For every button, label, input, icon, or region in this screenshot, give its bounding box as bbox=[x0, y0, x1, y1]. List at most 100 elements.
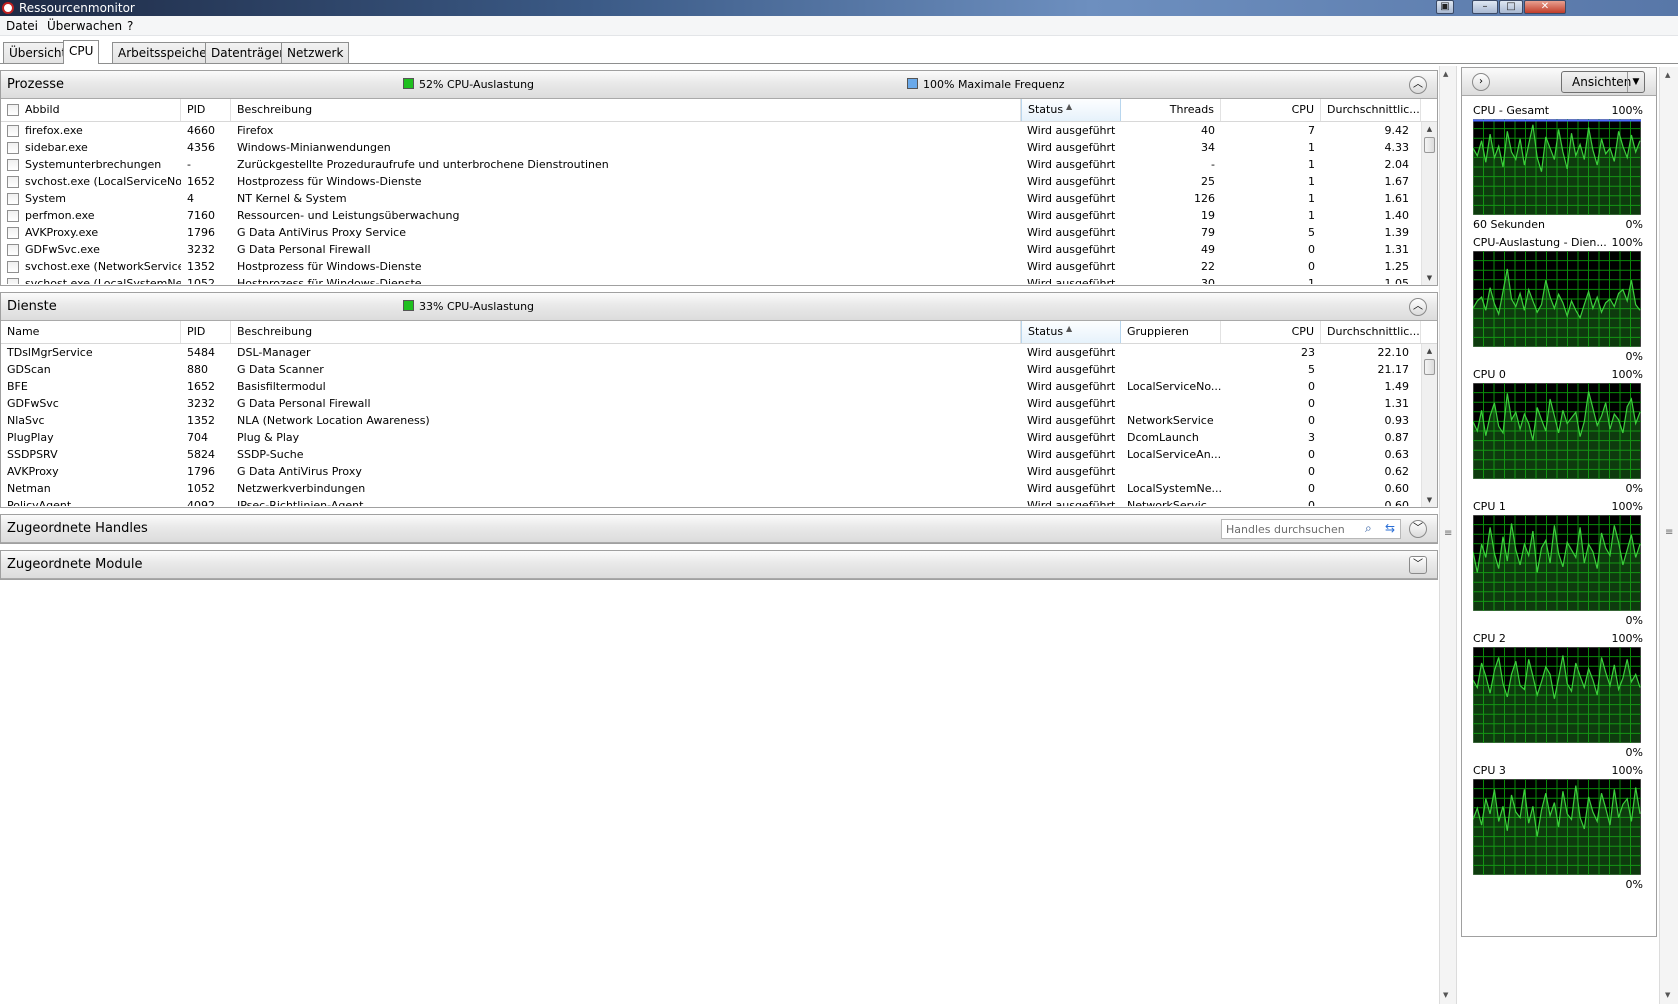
graph-plot bbox=[1473, 647, 1641, 743]
processes-scrollbar[interactable]: ▲ ▼ bbox=[1421, 122, 1437, 285]
process-row[interactable]: System 4 NT Kernel & System Wird ausgeführt… bbox=[1, 190, 1437, 207]
cell: Wird ausgeführt bbox=[1027, 175, 1116, 188]
tab-netzwerk[interactable]: Netzwerk bbox=[281, 42, 350, 63]
modules-header[interactable]: Zugeordnete Module ﹀ bbox=[1, 551, 1437, 579]
collapse-pane-button[interactable]: › bbox=[1472, 73, 1490, 91]
cell: 49 bbox=[1201, 243, 1215, 256]
col-name[interactable]: Name bbox=[1, 321, 181, 343]
scroll-up-icon[interactable]: ▲ bbox=[1422, 344, 1437, 358]
dropdown-arrow-icon[interactable]: ▼ bbox=[1627, 72, 1644, 92]
process-row[interactable]: svchost.exe (LocalServiceNo... 1652 Hostpr… bbox=[1, 173, 1437, 190]
process-row[interactable]: firefox.exe 4660 Firefox Wird ausgeführt 40 7… bbox=[1, 122, 1437, 139]
process-row[interactable]: Systemunterbrechungen - Zurückgestellte Pr… bbox=[1, 156, 1437, 173]
graph-title: CPU 0 bbox=[1473, 368, 1506, 381]
views-dropdown[interactable]: Ansichten ▼ bbox=[1561, 71, 1645, 93]
processes-header[interactable]: Prozesse 52% CPU-Auslastung 100% Maximal… bbox=[1, 71, 1437, 99]
col-average-cpu[interactable]: Durchschnittlic... bbox=[1321, 99, 1421, 121]
scroll-down-icon[interactable]: ▼ bbox=[1422, 493, 1437, 507]
scroll-thumb[interactable] bbox=[1424, 137, 1435, 153]
scroll-down-icon[interactable]: ▼ bbox=[1422, 271, 1437, 285]
collapse-services-button[interactable]: ︿ bbox=[1409, 298, 1427, 316]
scroll-up-icon[interactable]: ▲ bbox=[1422, 122, 1437, 136]
cell: GDScan bbox=[7, 363, 51, 376]
service-row[interactable]: GDFwSvc 3232 G Data Personal Firewall Wird … bbox=[1, 395, 1437, 412]
cell: Wird ausgeführt bbox=[1027, 448, 1116, 461]
col-cpu[interactable]: CPU bbox=[1221, 99, 1321, 121]
cell: 0 bbox=[1308, 414, 1315, 427]
service-row[interactable]: NlaSvc 1352 NLA (Network Location Awarenes… bbox=[1, 412, 1437, 429]
cell: Wird ausgeführt bbox=[1027, 499, 1116, 506]
service-row[interactable]: PlugPlay 704 Plug & Play Wird ausgeführt Dco… bbox=[1, 429, 1437, 446]
service-row[interactable]: Netman 1052 Netzwerkverbindungen Wird ausge… bbox=[1, 480, 1437, 497]
scroll-down-icon[interactable]: ▼ bbox=[1443, 991, 1448, 999]
tab-datentraeger[interactable]: Datenträger bbox=[205, 42, 291, 63]
processes-panel: Prozesse 52% CPU-Auslastung 100% Maximal… bbox=[0, 70, 1438, 286]
tab-cpu[interactable]: CPU bbox=[63, 40, 100, 64]
service-row[interactable]: GDScan 880 G Data Scanner Wird ausgeführt 5 2… bbox=[1, 361, 1437, 378]
collapse-processes-button[interactable]: ︿ bbox=[1409, 76, 1427, 94]
cell: 21.17 bbox=[1377, 363, 1410, 376]
pane-splitter[interactable]: ▲ ≡ ▼ bbox=[1439, 66, 1457, 1004]
splitter-grip-icon[interactable]: ≡ bbox=[1444, 528, 1452, 539]
col-status[interactable]: ▲ Status bbox=[1021, 321, 1121, 343]
scroll-up-icon[interactable]: ▲ bbox=[1665, 71, 1670, 79]
search-icon[interactable]: ⌕ bbox=[1365, 521, 1372, 536]
col-pid[interactable]: PID bbox=[181, 99, 231, 121]
col-status[interactable]: ▲ Status bbox=[1021, 99, 1121, 121]
cell: 4.33 bbox=[1384, 141, 1410, 154]
cpu-usage-swatch bbox=[403, 78, 414, 89]
service-row[interactable]: AVKProxy 1796 G Data AntiVirus Proxy Wird a… bbox=[1, 463, 1437, 480]
handles-search-input[interactable]: Handles durchsuchen bbox=[1221, 519, 1401, 539]
services-column-header: Name PID Beschreibung ▲ Status Gruppieren… bbox=[1, 321, 1437, 344]
close-button[interactable]: ✕ bbox=[1524, 0, 1566, 14]
tab-uebersicht[interactable]: Übersicht bbox=[3, 42, 73, 63]
process-row[interactable]: svchost.exe (NetworkService) 1352 Hostproz… bbox=[1, 258, 1437, 275]
expand-modules-button[interactable]: ﹀ bbox=[1409, 556, 1427, 574]
splitter-grip-icon[interactable]: ≡ bbox=[1665, 527, 1673, 538]
col-cpu[interactable]: CPU bbox=[1221, 321, 1321, 343]
modules-title: Zugeordnete Module bbox=[7, 557, 143, 572]
menu-datei[interactable]: Datei bbox=[6, 19, 38, 33]
tab-arbeitsspeicher[interactable]: Arbeitsspeicher bbox=[112, 42, 218, 63]
handles-header[interactable]: Zugeordnete Handles Handles durchsuchen … bbox=[1, 515, 1437, 543]
service-row[interactable]: TDslMgrService 5484 DSL-Manager Wird ausgef… bbox=[1, 344, 1437, 361]
service-row[interactable]: SSDPSRV 5824 SSDP-Suche Wird ausgeführt Loca… bbox=[1, 446, 1437, 463]
snapshot-icon[interactable]: ▣ bbox=[1436, 0, 1454, 14]
menu-ueberwachen[interactable]: Überwachen bbox=[47, 19, 122, 33]
cell: 1652 bbox=[187, 380, 215, 393]
process-row[interactable]: AVKProxy.exe 1796 G Data AntiVirus Proxy S… bbox=[1, 224, 1437, 241]
menu-bar: Datei Überwachen ? bbox=[0, 16, 1678, 36]
cell: 704 bbox=[187, 431, 208, 444]
cell: 19 bbox=[1201, 209, 1215, 222]
cell: 4660 bbox=[187, 124, 215, 137]
menu-help[interactable]: ? bbox=[127, 19, 133, 33]
services-scrollbar[interactable]: ▲ ▼ bbox=[1421, 344, 1437, 507]
col-gruppieren[interactable]: Gruppieren bbox=[1121, 321, 1221, 343]
col-pid[interactable]: PID bbox=[181, 321, 231, 343]
scroll-up-icon[interactable]: ▲ bbox=[1443, 70, 1448, 78]
service-row[interactable]: BFE 1652 Basisfiltermodul Wird ausgeführt Lo… bbox=[1, 378, 1437, 395]
col-threads[interactable]: Threads bbox=[1121, 99, 1221, 121]
graph-pane-scrollbar[interactable]: ▲ ≡ ▼ bbox=[1659, 67, 1678, 1004]
select-all-checkbox[interactable] bbox=[7, 104, 19, 116]
cell: NetworkService bbox=[1127, 414, 1214, 427]
col-average-cpu[interactable]: Durchschnittlic... bbox=[1321, 321, 1421, 343]
process-row[interactable]: sidebar.exe 4356 Windows-Minianwendungen Wi… bbox=[1, 139, 1437, 156]
cell: Systemunterbrechungen bbox=[25, 158, 162, 171]
minimize-button[interactable]: – bbox=[1472, 0, 1498, 14]
maximize-button[interactable]: □ bbox=[1499, 0, 1523, 14]
service-row[interactable]: PolicyAgent 4092 IPsec-Richtlinien-Agent Wi… bbox=[1, 497, 1437, 506]
expand-handles-button[interactable]: ﹀ bbox=[1409, 520, 1427, 538]
process-row[interactable]: svchost.exe (LocalSystemNet... 1052 Hostpr… bbox=[1, 275, 1437, 284]
services-header[interactable]: Dienste 33% CPU-Auslastung ︿ bbox=[1, 293, 1437, 321]
refresh-icon[interactable]: ⇆ bbox=[1385, 521, 1395, 535]
col-abbild[interactable]: Abbild bbox=[1, 99, 181, 121]
col-beschreibung[interactable]: Beschreibung bbox=[231, 321, 1021, 343]
col-beschreibung[interactable]: Beschreibung bbox=[231, 99, 1021, 121]
process-row[interactable]: GDFwSvc.exe 3232 G Data Personal Firewall W… bbox=[1, 241, 1437, 258]
chevron-down-icon: ﹀ bbox=[1413, 559, 1423, 570]
scroll-thumb[interactable] bbox=[1424, 359, 1435, 375]
cell: G Data Personal Firewall bbox=[237, 243, 371, 256]
scroll-down-icon[interactable]: ▼ bbox=[1665, 991, 1670, 999]
process-row[interactable]: perfmon.exe 7160 Ressourcen- und Leistungs… bbox=[1, 207, 1437, 224]
